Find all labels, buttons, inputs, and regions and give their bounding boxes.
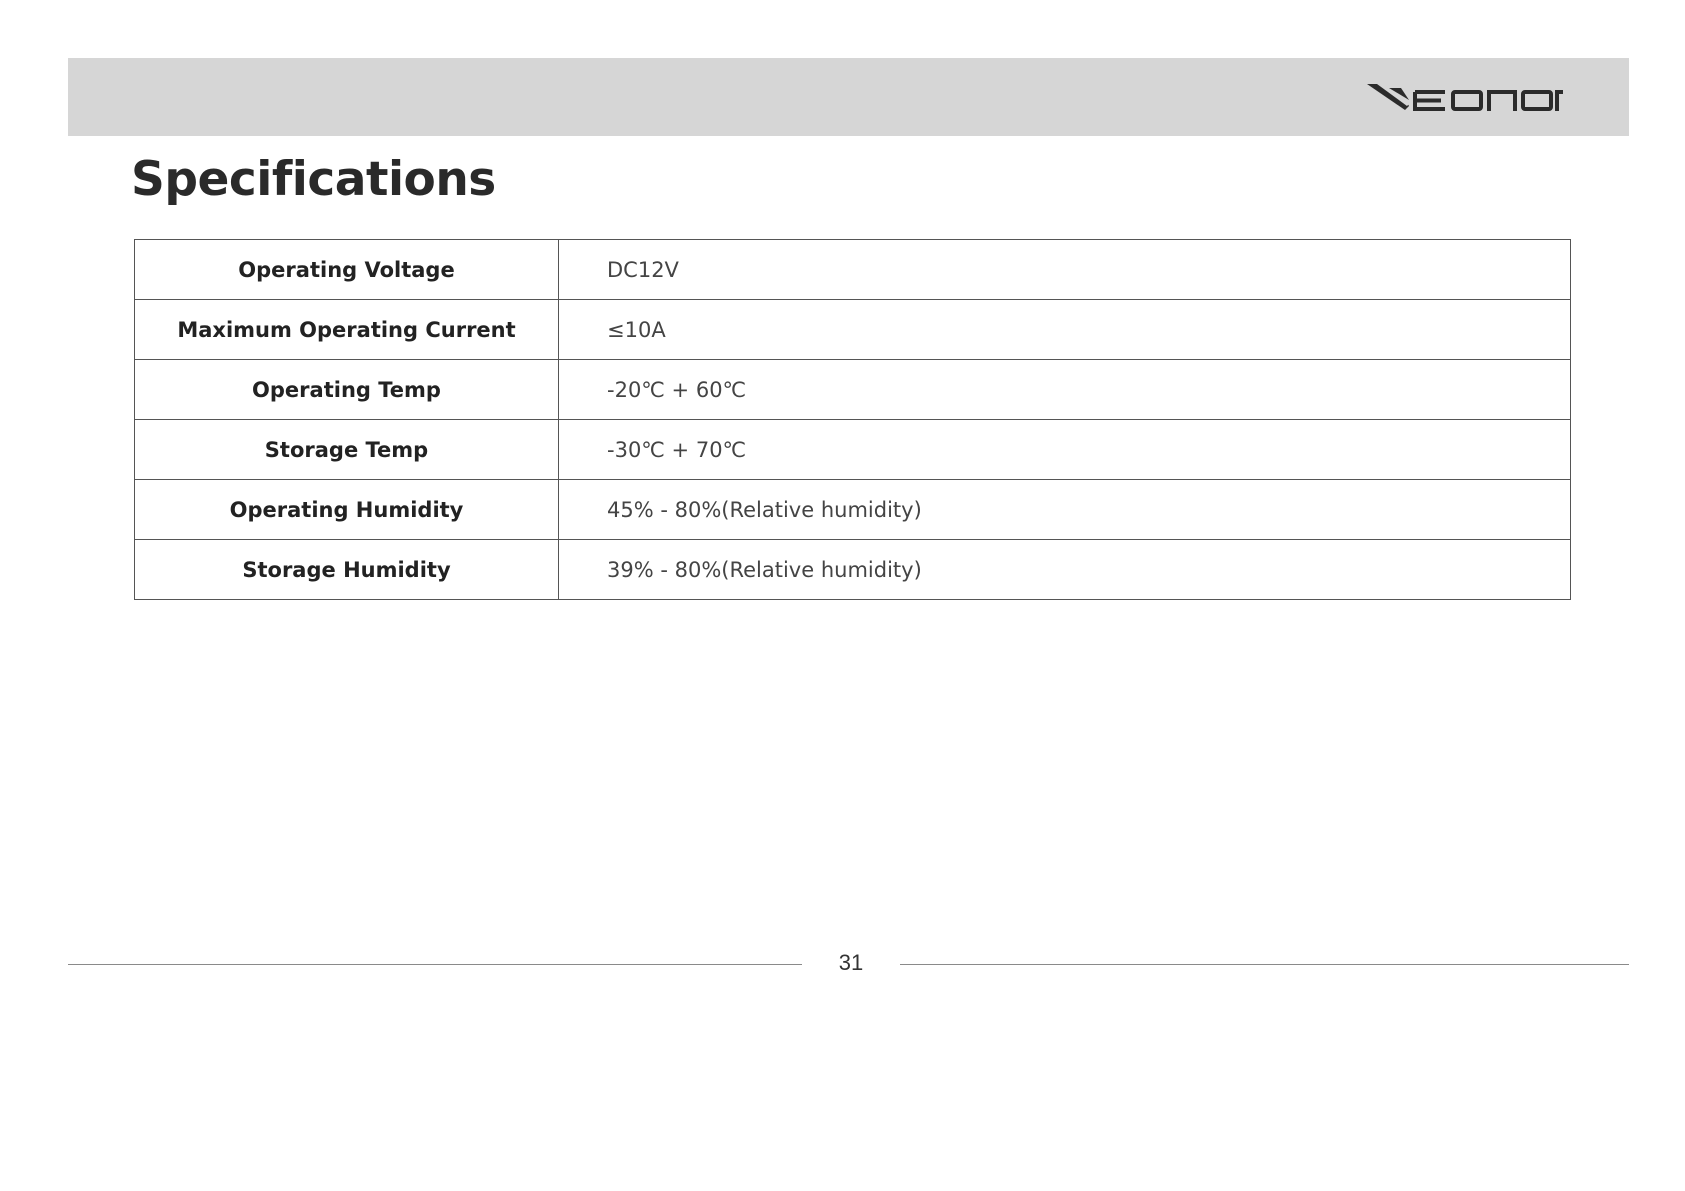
footer-divider-right [900,964,1629,965]
spec-label: Storage Temp [134,419,559,480]
spec-value: DC12V [558,239,1571,300]
footer-divider-left [68,964,802,965]
spec-row-operating-temp: Operating Temp -20℃ + 60℃ [134,359,1571,420]
spec-row-storage-humidity: Storage Humidity 39% - 80%(Relative humi… [134,539,1571,600]
spec-value: -30℃ + 70℃ [558,419,1571,480]
spec-label: Operating Temp [134,359,559,420]
header-band [68,58,1629,136]
spec-value: 45% - 80%(Relative humidity) [558,479,1571,540]
spec-label: Storage Humidity [134,539,559,600]
spec-row-operating-humidity: Operating Humidity 45% - 80%(Relative hu… [134,479,1571,540]
spec-value: -20℃ + 60℃ [558,359,1571,420]
spec-row-max-current: Maximum Operating Current ≤10A [134,299,1571,360]
spec-value: ≤10A [558,299,1571,360]
spec-label: Maximum Operating Current [134,299,559,360]
spec-label: Operating Humidity [134,479,559,540]
eonon-logo [1367,84,1563,111]
spec-value: 39% - 80%(Relative humidity) [558,539,1571,600]
page-number: 31 [838,950,864,975]
page-title: Specifications [131,152,496,207]
spec-label: Operating Voltage [134,239,559,300]
spec-row-operating-voltage: Operating Voltage DC12V [134,239,1571,300]
spec-table: Operating Voltage DC12V Maximum Operatin… [134,239,1571,600]
spec-row-storage-temp: Storage Temp -30℃ + 70℃ [134,419,1571,480]
